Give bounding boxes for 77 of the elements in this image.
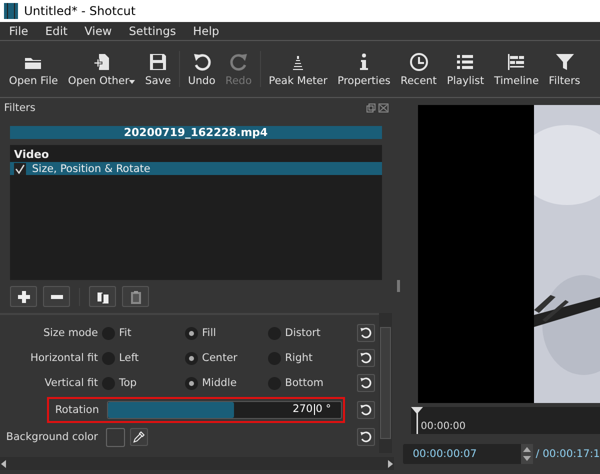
reset-icon — [360, 377, 372, 389]
radio-option[interactable]: Distort — [268, 326, 351, 340]
timeline-icon — [506, 52, 526, 72]
window-title: Untitled* - Shotcut — [24, 4, 136, 18]
playhead-icon[interactable] — [410, 407, 423, 434]
reset-button[interactable] — [356, 401, 375, 419]
toolbar-button[interactable]: Open File — [4, 52, 63, 86]
reset-icon — [360, 431, 372, 443]
checkbox[interactable] — [14, 162, 26, 174]
reset-icon — [360, 352, 372, 364]
radio-option[interactable]: Fit — [102, 326, 185, 340]
radio-option[interactable]: Fill — [185, 326, 268, 340]
reset-button[interactable] — [356, 428, 375, 446]
eyedropper-button[interactable] — [130, 428, 148, 446]
menu-item[interactable]: Edit — [36, 24, 76, 38]
clip-name-bar: 20200719_162228.mp4 — [10, 126, 382, 139]
radio-option[interactable]: Center — [185, 352, 268, 364]
reset-button[interactable] — [356, 349, 375, 367]
vertical-scrollbar[interactable] — [378, 313, 392, 453]
toolbar-button[interactable]: Open Other — [62, 52, 140, 86]
duration-text: / 00:00:17:1 — [536, 448, 600, 460]
app-icon — [4, 3, 18, 19]
toolbar-button[interactable]: Recent — [396, 52, 442, 86]
ruler-time: 00:00:00 — [420, 421, 466, 432]
clock-icon — [408, 52, 429, 72]
paste-button[interactable] — [122, 286, 149, 307]
field-label: Horizontal fit — [29, 352, 99, 364]
radio-option[interactable]: Right — [268, 352, 351, 364]
minus-icon — [50, 294, 64, 300]
panel-title: Filters — [4, 102, 36, 114]
timecode-field[interactable]: 00:00:00:07 — [402, 444, 533, 464]
rotation-value[interactable]: 270 0 ° — [292, 403, 331, 415]
reset-icon — [360, 404, 372, 416]
field-label: Background color — [5, 431, 99, 443]
copy-icon — [96, 290, 110, 304]
splitter-grip-icon[interactable] — [396, 280, 400, 292]
filter-icon — [554, 52, 575, 72]
field-label: Vertical fit — [44, 377, 99, 389]
menu-item[interactable]: File — [0, 24, 36, 38]
toolbar-button[interactable]: Timeline — [489, 52, 544, 86]
file-plus-icon — [92, 52, 112, 72]
filter-item[interactable]: Size, Position & Rotate — [10, 162, 382, 175]
rotation-slider[interactable]: 270 0 ° — [107, 401, 342, 419]
radio-option[interactable]: Left — [102, 352, 185, 364]
scroll-left-icon[interactable] — [0, 460, 8, 468]
reset-button[interactable] — [356, 324, 375, 342]
toolbar-button[interactable]: Undo — [182, 52, 220, 86]
add-button[interactable] — [10, 286, 37, 307]
save-icon — [148, 52, 168, 72]
toolbar-button[interactable]: Peak Meter — [264, 52, 332, 86]
reset-icon — [360, 327, 372, 339]
radio-option[interactable]: Bottom — [268, 376, 351, 390]
copy-button[interactable] — [89, 286, 116, 307]
plus-icon — [16, 290, 30, 304]
menu-item[interactable]: Help — [184, 24, 228, 38]
reset-button[interactable] — [356, 374, 375, 392]
radio-option[interactable]: Middle — [185, 376, 268, 390]
menu-item[interactable]: Settings — [120, 24, 184, 38]
section-heading: Video — [13, 147, 50, 162]
menu-item[interactable]: View — [76, 24, 120, 38]
field-label: Rotation — [54, 404, 100, 416]
scroll-right-icon[interactable] — [386, 460, 394, 468]
remove-button[interactable] — [43, 286, 70, 307]
dock-controls-icon[interactable] — [366, 103, 390, 113]
toolbar-button[interactable]: Filters — [544, 52, 586, 86]
undo-icon — [192, 52, 212, 72]
color-swatch[interactable] — [106, 428, 125, 446]
toolbar-button[interactable]: Save — [140, 52, 176, 86]
eyedropper-icon — [133, 431, 145, 443]
clipboard-icon — [128, 290, 142, 304]
redo-icon — [228, 52, 249, 72]
toolbar-button[interactable]: Properties — [332, 52, 396, 86]
spinner-icon[interactable] — [520, 444, 533, 464]
horizontal-scrollbar[interactable] — [0, 457, 394, 470]
toolbar-button[interactable]: Playlist — [442, 52, 490, 86]
field-label: Size mode — [42, 327, 99, 339]
radio-option[interactable]: Top — [102, 376, 185, 390]
